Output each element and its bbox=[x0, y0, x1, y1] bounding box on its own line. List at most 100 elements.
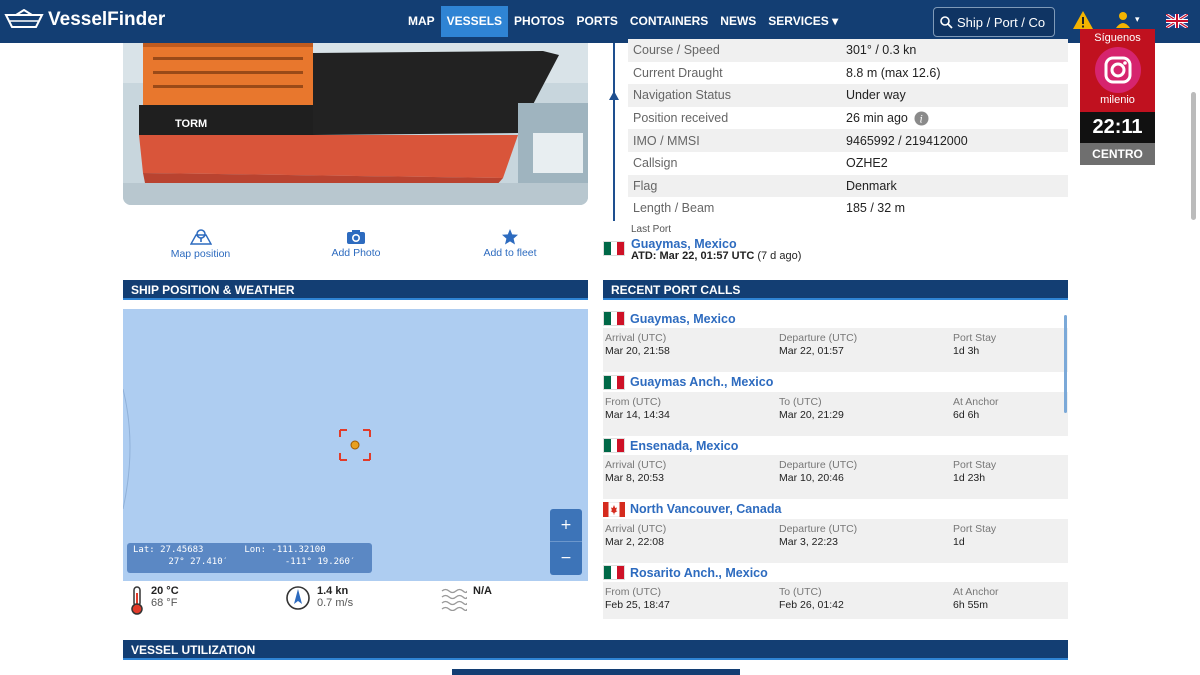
port-call-header[interactable]: Rosarito Anch., Mexico bbox=[603, 563, 1068, 583]
vessel-info-table: Course / Speed 301° / 0.3 kn Current Drau… bbox=[628, 39, 1068, 220]
info-label: Position received bbox=[633, 111, 729, 126]
port-call-times: From (UTC) Feb 25, 18:47 To (UTC) Feb 26, … bbox=[603, 582, 1068, 619]
port-call-item: Guaymas, Mexico Arrival (UTC) Mar 20, 21:… bbox=[603, 309, 1068, 373]
col-value: Mar 2, 22:08 bbox=[605, 535, 664, 548]
nav-photos[interactable]: PHOTOS bbox=[508, 6, 570, 37]
zoom-in-button[interactable]: + bbox=[550, 509, 582, 542]
port-call-times: Arrival (UTC) Mar 8, 20:53 Departure (UTC… bbox=[603, 455, 1068, 500]
port-call-header[interactable]: Ensenada, Mexico bbox=[603, 436, 1068, 456]
port-name[interactable]: Guaymas Anch., Mexico bbox=[630, 375, 773, 389]
col-value: Mar 22, 01:57 bbox=[779, 345, 844, 357]
section-header-vessel-utilization: VESSEL UTILIZATION bbox=[123, 640, 1068, 660]
map-position-button[interactable]: Map position bbox=[168, 229, 233, 260]
port-call-times: Arrival (UTC) Mar 2, 22:08 Departure (UTC… bbox=[603, 518, 1068, 563]
port-name[interactable]: North Vancouver, Canada bbox=[630, 502, 781, 516]
info-row-nav-status: Navigation Status Under way bbox=[628, 84, 1068, 107]
coords-row-2: 27° 27.410′ -111° 19.260′ bbox=[133, 557, 366, 567]
info-value: 301° / 0.3 kn bbox=[846, 43, 917, 58]
info-value: Under way bbox=[846, 88, 906, 103]
logo[interactable]: VesselFinder bbox=[4, 9, 165, 31]
atd-text: ATD: Mar 22, 01:57 UTC bbox=[631, 250, 755, 262]
logo-text: VesselFinder bbox=[48, 9, 166, 30]
nav-services-label: SERVICES bbox=[768, 14, 829, 28]
info-row-flag: Flag Denmark bbox=[628, 174, 1068, 198]
lon-dms: -111° 19.260′ bbox=[284, 557, 356, 567]
col-value: 1d 3h bbox=[953, 345, 980, 357]
overlay-clock: 22:11 bbox=[1080, 112, 1155, 143]
col-header: Port Stay bbox=[953, 332, 997, 344]
col-value: Mar 14, 14:34 bbox=[605, 408, 670, 421]
nav-vessels[interactable]: VESSELS bbox=[440, 6, 509, 37]
nav-ports[interactable]: PORTS bbox=[571, 6, 624, 37]
search-box[interactable]: Ship / Port / Co bbox=[933, 7, 1055, 37]
search-icon bbox=[940, 15, 953, 29]
canada-flag-icon bbox=[603, 501, 625, 517]
info-label: Course / Speed bbox=[633, 43, 720, 58]
nav-news[interactable]: NEWS bbox=[714, 6, 762, 37]
caret-down-icon: ▾ bbox=[832, 14, 839, 28]
user-menu[interactable]: ▾ bbox=[1115, 11, 1140, 29]
thermometer-icon bbox=[131, 586, 143, 615]
camera-icon bbox=[347, 230, 365, 244]
col-header: From (UTC) bbox=[605, 586, 661, 599]
add-photo-button[interactable]: Add Photo bbox=[327, 229, 385, 259]
caret-down-icon: ▾ bbox=[1135, 15, 1140, 25]
nav-map[interactable]: MAP bbox=[402, 6, 441, 37]
port-call-item: Rosarito Anch., Mexico From (UTC) Feb 25,… bbox=[603, 563, 1068, 619]
temp-celsius: 20 °C bbox=[151, 585, 179, 597]
col-header: Port Stay bbox=[953, 459, 997, 472]
col-header: From (UTC) bbox=[605, 395, 661, 408]
nav-services[interactable]: SERVICES ▾ bbox=[762, 6, 844, 37]
page-scrollbar[interactable] bbox=[1191, 92, 1196, 220]
info-row-callsign: Callsign OZHE2 bbox=[628, 151, 1068, 175]
info-label: IMO / MMSI bbox=[633, 133, 700, 148]
col-header: To (UTC) bbox=[779, 395, 822, 408]
weather-temperature: 20 °C 68 °F bbox=[129, 585, 179, 615]
info-label: Length / Beam bbox=[633, 201, 715, 216]
utilization-bar bbox=[452, 669, 740, 675]
col-header: Arrival (UTC) bbox=[605, 459, 667, 472]
overlay-city: CENTRO bbox=[1080, 143, 1155, 165]
main-nav: MAP VESSELS PHOTOS PORTS CONTAINERS NEWS… bbox=[402, 6, 844, 37]
col-header: Departure (UTC) bbox=[779, 332, 858, 344]
position-map[interactable]: Lat: 27.45683 Lon: -111.32100 27° 27.410… bbox=[123, 309, 588, 581]
last-port-link[interactable]: Guaymas, Mexico bbox=[631, 237, 737, 251]
search-placeholder: Ship / Port / Co bbox=[957, 14, 1046, 30]
col-value: Mar 10, 20:46 bbox=[779, 472, 844, 485]
uk-flag-icon[interactable] bbox=[1166, 14, 1188, 28]
info-row-length-beam: Length / Beam 185 / 32 m bbox=[628, 197, 1068, 220]
col-header: At Anchor bbox=[953, 395, 999, 408]
weather-waves: N/A bbox=[441, 585, 492, 611]
info-value: Denmark bbox=[846, 178, 897, 193]
lat-decimal: 27.45683 bbox=[160, 545, 204, 555]
info-icon[interactable]: i bbox=[914, 111, 929, 126]
port-call-header[interactable]: Guaymas, Mexico bbox=[603, 309, 1068, 328]
add-to-fleet-button[interactable]: Add to fleet bbox=[479, 229, 541, 259]
mexico-flag-icon bbox=[603, 438, 625, 454]
port-calls-scrollbar[interactable] bbox=[1064, 315, 1067, 413]
port-name[interactable]: Guaymas, Mexico bbox=[630, 312, 736, 326]
nav-containers[interactable]: CONTAINERS bbox=[624, 6, 714, 37]
map-pin-icon bbox=[189, 229, 212, 245]
info-row-draught: Current Draught 8.8 m (max 12.6) bbox=[628, 61, 1068, 85]
ship-logo-icon bbox=[4, 9, 44, 28]
port-call-times: From (UTC) Mar 14, 14:34 To (UTC) Mar 20, … bbox=[603, 391, 1068, 436]
col-header: Departure (UTC) bbox=[779, 522, 858, 535]
info-row-position-received: Position received 26 min ago i bbox=[628, 106, 1068, 130]
port-call-times: Arrival (UTC) Mar 20, 21:58 Departure (UT… bbox=[603, 328, 1068, 372]
lon-decimal: -111.32100 bbox=[271, 545, 326, 555]
temp-fahrenheit: 68 °F bbox=[151, 597, 178, 609]
col-value: 6d 6h bbox=[953, 408, 980, 421]
lat-label: Lat: bbox=[133, 545, 155, 555]
vessel-photo[interactable]: TORM bbox=[123, 43, 588, 205]
port-name[interactable]: Rosarito Anch., Mexico bbox=[630, 566, 768, 580]
col-value: Mar 20, 21:58 bbox=[605, 345, 670, 357]
lon-label: Lon: bbox=[244, 545, 266, 555]
port-call-header[interactable]: North Vancouver, Canada bbox=[603, 499, 1068, 519]
last-port-caption: Last Port bbox=[631, 224, 672, 235]
zoom-out-button[interactable]: − bbox=[550, 542, 582, 575]
wind-ms: 0.7 m/s bbox=[317, 597, 354, 609]
port-name[interactable]: Ensenada, Mexico bbox=[630, 439, 738, 453]
map-canvas bbox=[123, 388, 371, 510]
port-call-header[interactable]: Guaymas Anch., Mexico bbox=[603, 372, 1068, 392]
